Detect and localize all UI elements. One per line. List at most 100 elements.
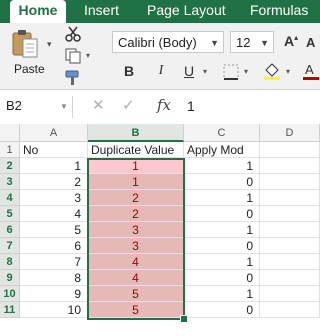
name-box[interactable]: B2	[6, 98, 22, 113]
divider	[72, 96, 73, 118]
column-header-b[interactable]: B	[88, 124, 184, 142]
bold-button[interactable]: B	[118, 60, 140, 82]
row-header[interactable]: 4	[0, 190, 20, 206]
row-header[interactable]: 6	[0, 222, 20, 238]
font-color-icon[interactable]: A	[302, 61, 320, 86]
cell-c8[interactable]: 1	[184, 254, 260, 270]
cell-b10[interactable]: 5	[88, 286, 184, 302]
cell-c10[interactable]: 1	[184, 286, 260, 302]
column-header-d[interactable]: D	[260, 124, 320, 142]
cell-d7[interactable]	[260, 238, 320, 254]
cell-a7[interactable]: 6	[20, 238, 88, 254]
cell-b9[interactable]: 4	[88, 270, 184, 286]
spreadsheet-grid: A B C D 1 No Duplicate Value Apply Mod 2 1 1 1 3…	[0, 124, 320, 336]
cell-d4[interactable]	[260, 190, 320, 206]
cell-b7[interactable]: 3	[88, 238, 184, 254]
cell-d9[interactable]	[260, 270, 320, 286]
tab-page-layout[interactable]: Page Layout	[147, 0, 226, 23]
svg-text:A: A	[305, 62, 314, 77]
cell-a11[interactable]: 10	[20, 302, 88, 318]
cell-b2[interactable]: 1	[88, 158, 184, 174]
cell-d5[interactable]	[260, 206, 320, 222]
tab-formulas[interactable]: Formulas	[250, 0, 308, 23]
cell-d1[interactable]	[260, 142, 320, 158]
copy-dropdown-icon[interactable]: ▾	[86, 51, 90, 60]
row-header[interactable]: 11	[0, 302, 20, 318]
cell-b5[interactable]: 2	[88, 206, 184, 222]
cell-d11[interactable]	[260, 302, 320, 318]
row-header[interactable]: 1	[0, 142, 20, 158]
cell-c2[interactable]: 1	[184, 158, 260, 174]
italic-button[interactable]: I	[150, 60, 172, 82]
cell-a5[interactable]: 4	[20, 206, 88, 222]
cell-a1[interactable]: No	[20, 142, 88, 158]
row-header[interactable]: 10	[0, 286, 20, 302]
cell-a4[interactable]: 3	[20, 190, 88, 206]
paste-button[interactable]	[10, 28, 42, 58]
font-size-value: 12	[236, 35, 251, 50]
cell-d10[interactable]	[260, 286, 320, 302]
row-header[interactable]: 2	[0, 158, 20, 174]
borders-dropdown-icon[interactable]: ▾	[244, 67, 248, 76]
increase-font-size-button[interactable]: A▴	[284, 33, 298, 49]
cancel-icon[interactable]: ✕	[92, 96, 105, 114]
underline-dropdown-icon[interactable]: ▾	[203, 67, 207, 76]
ribbon-home: Paste ▾ ▾ Calibri (Body) ▼ 12 ▼ A▴ A B I…	[0, 23, 320, 90]
cell-b11[interactable]: 5	[88, 302, 184, 318]
cell-b1[interactable]: Duplicate Value	[88, 142, 184, 158]
paste-dropdown-icon[interactable]: ▾	[47, 39, 52, 50]
cell-c7[interactable]: 0	[184, 238, 260, 254]
name-box-dropdown-icon[interactable]: ▼	[60, 102, 68, 111]
row-header[interactable]: 3	[0, 174, 20, 190]
insert-function-button[interactable]: fx	[157, 96, 171, 114]
cell-a6[interactable]: 5	[20, 222, 88, 238]
formula-input[interactable]: 1	[187, 98, 195, 114]
fill-color-icon[interactable]	[262, 61, 282, 86]
row-header[interactable]: 9	[0, 270, 20, 286]
underline-button[interactable]: U	[178, 60, 200, 82]
cell-c4[interactable]: 1	[184, 190, 260, 206]
tab-insert[interactable]: Insert	[84, 0, 119, 23]
cell-b8[interactable]: 4	[88, 254, 184, 270]
cell-c11[interactable]: 0	[184, 302, 260, 318]
cell-a2[interactable]: 1	[20, 158, 88, 174]
decrease-font-size-button[interactable]: A	[306, 35, 315, 50]
cell-b6[interactable]: 3	[88, 222, 184, 238]
cell-d3[interactable]	[260, 174, 320, 190]
row-header[interactable]: 5	[0, 206, 20, 222]
fill-handle[interactable]	[180, 315, 188, 323]
cell-c3[interactable]: 0	[184, 174, 260, 190]
tab-home[interactable]: Home	[10, 0, 66, 23]
formula-bar: B2 ▼ ✕ ✓ fx 1	[0, 90, 320, 125]
column-header-c[interactable]: C	[184, 124, 260, 142]
enter-icon[interactable]: ✓	[122, 96, 135, 114]
row-header[interactable]: 8	[0, 254, 20, 270]
fill-color-dropdown-icon[interactable]: ▾	[286, 67, 290, 76]
select-all-button[interactable]	[0, 124, 20, 142]
font-name-value: Calibri (Body)	[118, 35, 197, 50]
font-size-select[interactable]: 12 ▼	[230, 31, 274, 53]
cell-c5[interactable]: 0	[184, 206, 260, 222]
cell-c6[interactable]: 1	[184, 222, 260, 238]
cell-d8[interactable]	[260, 254, 320, 270]
column-header-a[interactable]: A	[20, 124, 88, 142]
cell-a10[interactable]: 9	[20, 286, 88, 302]
font-name-select[interactable]: Calibri (Body) ▼	[112, 31, 224, 53]
row-header[interactable]: 7	[0, 238, 20, 254]
chevron-down-icon: ▼	[260, 38, 269, 48]
cell-a9[interactable]: 8	[20, 270, 88, 286]
copy-icon[interactable]	[64, 47, 82, 70]
cell-a3[interactable]: 2	[20, 174, 88, 190]
borders-icon[interactable]	[222, 63, 240, 86]
cell-b3[interactable]: 1	[88, 174, 184, 190]
cut-icon[interactable]	[64, 25, 82, 48]
cell-c9[interactable]: 0	[184, 270, 260, 286]
cell-d6[interactable]	[260, 222, 320, 238]
chevron-down-icon: ▼	[210, 38, 219, 48]
clipboard-icon	[12, 30, 38, 58]
cell-c1[interactable]: Apply Mod	[184, 142, 260, 158]
cell-b4[interactable]: 2	[88, 190, 184, 206]
cell-a8[interactable]: 7	[20, 254, 88, 270]
cell-d2[interactable]	[260, 158, 320, 174]
format-painter-icon[interactable]	[64, 69, 82, 92]
